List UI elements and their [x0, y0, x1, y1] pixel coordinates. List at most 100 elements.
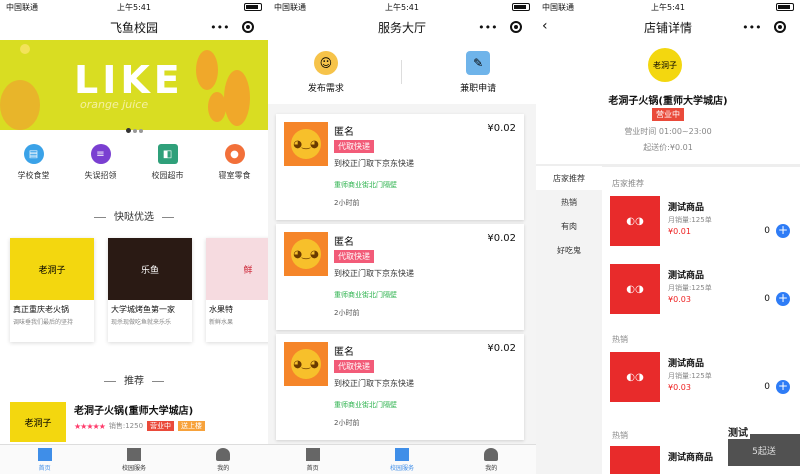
product-card[interactable]: 鲜 水果特 新鲜水果 [206, 238, 268, 342]
service-hall-screen: 中国联通 上午5:41 服务大厅 ••• ☺ 发布需求 ✎ 兼职申请 ◕‿◕ 匿名 … [268, 0, 536, 474]
task-time: 2小时前 [334, 199, 360, 207]
cart-toast[interactable]: 测试 5起送 [726, 424, 800, 466]
sidebar-item-foodie[interactable]: 好吃鬼 [536, 238, 602, 262]
home-icon [305, 447, 320, 461]
product-desc: 现杀现做吃鱼就来乐乐 [111, 319, 172, 326]
product-logo: 乐鱼 [140, 265, 159, 276]
task-desc: 到校正门取下京东快递 [334, 379, 414, 388]
item-image: ◐◑ [610, 196, 660, 246]
back-icon[interactable]: ‹ [542, 18, 548, 34]
tab-label: 校园服务 [389, 464, 414, 472]
product-image: 乐鱼 [108, 238, 192, 300]
banner-carousel[interactable]: LIKE orange juice [0, 40, 268, 130]
capsule-menu[interactable]: ••• [472, 18, 528, 36]
task-tag: 代取快递 [334, 250, 374, 263]
tab-home[interactable]: 首页 [15, 445, 75, 474]
category-snack[interactable]: ● 寝室零食 [205, 144, 265, 181]
more-icon[interactable]: ••• [210, 21, 229, 34]
shop-logo-text: 老洞子 [653, 60, 677, 70]
category-label: 学校食堂 [17, 171, 50, 180]
tab-label: 首页 [306, 464, 319, 472]
tab-service[interactable]: 校园服务 [104, 445, 164, 474]
publish-button[interactable]: ☺ 发布需求 [286, 50, 366, 94]
add-icon[interactable]: + [776, 292, 790, 306]
product-logo: 鲜 [243, 265, 253, 276]
action-label: 兼职申请 [460, 83, 497, 94]
item-image [610, 446, 660, 474]
cart-icon: ◧ [157, 144, 178, 164]
avatar: ◕‿◕ [284, 122, 328, 166]
category-row: ▤ 学校食堂 ≡ 失误招领 ◧ 校园超市 ● 寝室零食 [0, 144, 268, 181]
category-canteen[interactable]: ▤ 学校食堂 [4, 144, 64, 181]
parttime-icon: ✎ [466, 50, 491, 75]
task-address: 重师商业街北门隔壁 [334, 291, 397, 299]
banner-word: LIKE [74, 58, 184, 102]
tab-label: 我的 [217, 464, 230, 472]
task-tag: 代取快递 [334, 140, 374, 153]
menu-item[interactable]: ◐◑ 测试商品 月销量:125单 ¥0.03 0 + [610, 352, 796, 402]
recommended-shop[interactable]: 老洞子 老洞子火锅(重师大学城店) ★★★★★ 销售:1250 营业中 送上楼 [10, 402, 260, 442]
snack-icon: ● [224, 144, 245, 164]
status-bar: 中国联通 上午5:41 [268, 0, 536, 14]
tab-mine[interactable]: 我的 [193, 445, 253, 474]
close-mini-icon[interactable] [509, 21, 522, 33]
tab-home[interactable]: 首页 [283, 445, 343, 474]
service-actions: ☺ 发布需求 ✎ 兼职申请 [268, 40, 536, 104]
add-icon[interactable]: + [776, 224, 790, 238]
item-price: ¥0.03 [668, 383, 691, 392]
category-market[interactable]: ◧ 校园超市 [138, 144, 198, 181]
shop-name: 老洞子火锅(重师大学城店) [74, 406, 194, 417]
item-name: 测试商品 [668, 359, 705, 369]
task-price: ¥0.02 [487, 343, 516, 354]
product-carousel: 老洞子 真正重庆老火锅 调味垂我们最后的坚持 乐鱼 大学城烤鱼第一家 现杀现做吃… [10, 238, 268, 342]
task-tag: 代取快递 [334, 360, 374, 373]
tab-service[interactable]: 校园服务 [372, 445, 432, 474]
menu-item[interactable]: ◐◑ 测试商品 月销量:125单 ¥0.03 0 + [610, 264, 796, 314]
task-card[interactable]: ◕‿◕ 匿名 ¥0.02 代取快递 到校正门取下京东快递 重师商业街北门隔壁 2… [276, 334, 524, 440]
toast-title: 测试 [726, 424, 750, 439]
product-logo: 老洞子 [38, 265, 66, 276]
avatar: ◕‿◕ [284, 232, 328, 276]
sidebar-item-recommend[interactable]: 店家推荐 [536, 166, 602, 190]
item-image: ◐◑ [610, 352, 660, 402]
shop-detail-screen: 中国联通 上午5:41 ‹ 店铺详情 ••• 老洞子 老洞子火锅(重师大学城店)… [536, 0, 800, 474]
more-icon[interactable]: ••• [478, 21, 497, 34]
delivery-badge: 送上楼 [178, 421, 206, 431]
tab-label: 校园服务 [121, 464, 146, 472]
nav-bar: 飞鱼校园 ••• [0, 14, 268, 40]
page-title: 服务大厅 [377, 20, 426, 35]
min-order: 起送价:¥0.01 [643, 143, 693, 152]
group-title: 店家推荐 [612, 179, 644, 188]
task-card[interactable]: ◕‿◕ 匿名 ¥0.02 代取快递 到校正门取下京东快递 重师商业街北门隔壁 2… [276, 224, 524, 330]
open-badge: 营业中 [652, 108, 684, 121]
close-mini-icon[interactable] [773, 21, 786, 33]
sidebar-item-hot[interactable]: 热销 [536, 190, 602, 214]
add-icon[interactable]: + [776, 380, 790, 394]
capsule-menu[interactable]: ••• [736, 18, 792, 36]
task-price: ¥0.02 [487, 123, 516, 134]
task-card[interactable]: ◕‿◕ 匿名 ¥0.02 代取快递 到校正门取下京东快递 重师商业街北门隔壁 2… [276, 114, 524, 220]
product-card[interactable]: 老洞子 真正重庆老火锅 调味垂我们最后的坚持 [10, 238, 94, 342]
shop-name: 老洞子火锅(重师大学城店) [608, 96, 728, 107]
capsule-menu[interactable]: ••• [204, 18, 260, 36]
tab-mine[interactable]: 我的 [461, 445, 521, 474]
status-bar: 中国联通 上午5:41 [536, 0, 800, 14]
more-icon[interactable]: ••• [742, 21, 761, 34]
shop-logo: 老洞子 [10, 402, 66, 442]
close-mini-icon[interactable] [241, 21, 254, 33]
category-sidebar: 店家推荐 热销 有肉 好吃鬼 [536, 166, 602, 474]
poster-name: 匿名 [334, 347, 354, 358]
sales-count: 销售:1250 [108, 422, 144, 430]
menu-item[interactable]: ◐◑ 测试商品 月销量:125单 ¥0.01 0 + [610, 196, 796, 246]
tab-bar: 首页 校园服务 我的 [268, 444, 536, 474]
product-desc: 调味垂我们最后的坚持 [13, 319, 74, 326]
status-bar: 中国联通 上午5:41 [0, 0, 268, 14]
parttime-button[interactable]: ✎ 兼职申请 [438, 50, 518, 94]
product-card[interactable]: 乐鱼 大学城烤鱼第一家 现杀现做吃鱼就来乐乐 [108, 238, 192, 342]
category-lost-found[interactable]: ≡ 失误招领 [71, 144, 131, 181]
section-title-rec: 推荐 [0, 372, 268, 387]
item-sales: 月销量:125单 [668, 372, 712, 380]
group-title: 热销 [612, 431, 628, 440]
item-qty: 0 [764, 294, 770, 304]
sidebar-item-meat[interactable]: 有肉 [536, 214, 602, 238]
